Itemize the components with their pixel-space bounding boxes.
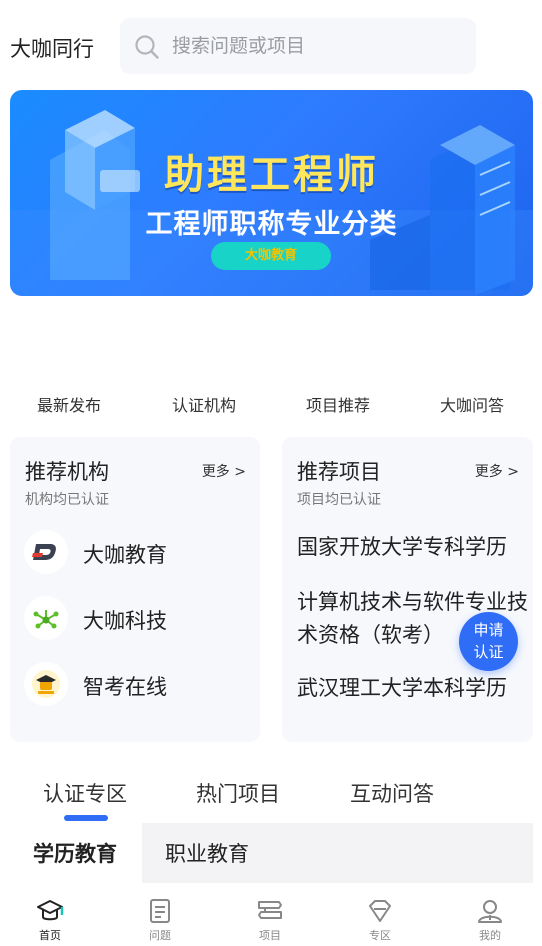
search-icon — [134, 34, 160, 64]
more-link[interactable]: 更多 > — [475, 461, 519, 481]
recommended-orgs-card: 推荐机构 机构均已认证 更多 > 大咖教育 大咖科技 智考在线 — [10, 437, 260, 742]
section-tabs: 认证专区 热门项目 互动问答 — [0, 770, 542, 822]
org-name: 大咖教育 — [83, 543, 167, 567]
subtab-vocational-education[interactable]: 职业教育 — [165, 838, 249, 868]
quick-nav: 最新发布 认证机构 项目推荐 大咖问答 — [0, 386, 542, 418]
apply-certification-button[interactable]: 申请 认证 — [459, 612, 518, 671]
active-tab-indicator — [64, 815, 108, 821]
banner-badge: 大咖教育 — [211, 242, 331, 270]
org-name: 大咖科技 — [83, 609, 167, 633]
diamond-icon — [369, 900, 391, 922]
app-brand-title: 大咖同行 — [10, 37, 94, 61]
user-icon — [478, 900, 502, 923]
quick-nav-qa[interactable]: 大咖问答 — [405, 392, 539, 416]
daka-tech-logo-icon — [24, 596, 68, 640]
org-item[interactable]: 大咖教育 — [24, 530, 254, 576]
promo-banner[interactable]: 助理工程师 工程师职称专业分类 大咖教育 — [10, 90, 533, 296]
category-subtabs: 学历教育 职业教育 — [10, 823, 533, 883]
nav-questions[interactable]: 问题 — [130, 898, 190, 946]
top-header: 大咖同行 — [0, 0, 542, 84]
nav-home[interactable]: 首页 — [20, 898, 80, 946]
nav-label: 我的 — [479, 929, 501, 942]
nav-label: 首页 — [39, 929, 61, 942]
nav-label: 专区 — [369, 929, 391, 942]
nav-projects[interactable]: 项目 — [240, 898, 300, 946]
org-item[interactable]: 大咖科技 — [24, 596, 254, 642]
project-item[interactable]: 武汉理工大学本科学历 — [297, 672, 529, 705]
search-input[interactable] — [172, 32, 462, 60]
banner-title: 助理工程师 — [164, 152, 379, 198]
quick-nav-projects[interactable]: 项目推荐 — [271, 392, 405, 416]
recommended-projects-card: 推荐项目 项目均已认证 更多 > 国家开放大学专科学历 计算机技术与软件专业技术… — [282, 437, 533, 742]
nav-zone[interactable]: 专区 — [350, 898, 410, 946]
fab-label-line1: 申请 — [473, 621, 504, 639]
org-name: 智考在线 — [83, 675, 167, 699]
zhikao-online-logo-icon — [24, 662, 68, 706]
more-link[interactable]: 更多 > — [202, 461, 246, 481]
tab-interactive-qa[interactable]: 互动问答 — [350, 778, 434, 808]
tab-certification-zone[interactable]: 认证专区 — [43, 778, 127, 808]
subtab-academic-education[interactable]: 学历教育 — [33, 838, 117, 868]
bottom-nav: 首页 问题 项目 专区 我的 — [0, 892, 542, 946]
card-title: 推荐机构 — [25, 460, 109, 484]
graduation-cap-icon — [37, 900, 64, 921]
tab-hot-projects[interactable]: 热门项目 — [196, 778, 280, 808]
org-item[interactable]: 智考在线 — [24, 662, 254, 708]
project-item[interactable]: 国家开放大学专科学历 — [297, 531, 529, 564]
fab-label-line2: 认证 — [473, 643, 504, 661]
card-title: 推荐项目 — [297, 460, 381, 484]
nav-profile[interactable]: 我的 — [460, 898, 520, 946]
nav-label: 问题 — [149, 929, 171, 942]
banner-subtitle: 工程师职称专业分类 — [145, 209, 398, 240]
quick-nav-latest[interactable]: 最新发布 — [2, 392, 136, 416]
project-icon — [258, 901, 282, 919]
search-bar[interactable] — [120, 18, 476, 74]
daka-education-logo-icon — [24, 530, 68, 574]
nav-label: 项目 — [259, 929, 281, 942]
document-icon — [150, 899, 170, 923]
card-subtitle: 项目均已认证 — [297, 492, 381, 508]
quick-nav-institutions[interactable]: 认证机构 — [137, 392, 271, 416]
card-subtitle: 机构均已认证 — [25, 492, 109, 508]
